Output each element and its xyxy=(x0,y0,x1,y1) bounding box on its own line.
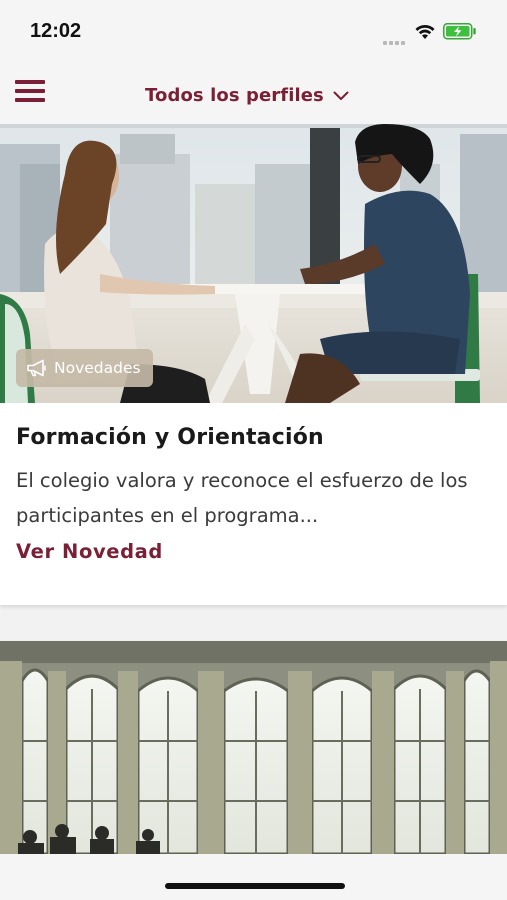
view-news-link[interactable]: Ver Novedad xyxy=(16,540,163,563)
news-card[interactable] xyxy=(0,641,507,854)
status-bar: 12:02 xyxy=(0,0,507,62)
home-indicator-area xyxy=(0,854,507,900)
news-card-excerpt: El colegio valora y reconoce el esfuerzo… xyxy=(16,469,468,527)
wifi-icon xyxy=(415,24,435,39)
nav-bar: Todos los perfiles xyxy=(0,62,507,124)
signal-icon xyxy=(383,30,407,49)
profile-selector-label: Todos los perfiles xyxy=(145,84,324,106)
profile-selector[interactable]: Todos los perfiles xyxy=(145,82,349,108)
news-card-image xyxy=(0,641,507,854)
news-card[interactable]: Novedades Formación y Orientación El col… xyxy=(0,124,507,605)
home-indicator[interactable] xyxy=(165,883,345,889)
status-icons xyxy=(383,22,493,45)
menu-icon[interactable] xyxy=(15,78,47,104)
chevron-down-icon xyxy=(333,91,349,100)
news-card-image: Novedades xyxy=(0,124,507,403)
status-time: 12:02 xyxy=(30,20,82,42)
category-badge[interactable]: Novedades xyxy=(16,349,153,387)
news-card-body: Formación y Orientación El colegio valor… xyxy=(0,403,507,563)
megaphone-icon xyxy=(27,359,46,377)
category-badge-label: Novedades xyxy=(54,359,141,377)
news-card-title: Formación y Orientación xyxy=(16,425,324,450)
hall-photo xyxy=(0,641,507,854)
news-feed[interactable]: Novedades Formación y Orientación El col… xyxy=(0,124,507,854)
battery-icon xyxy=(443,23,476,40)
